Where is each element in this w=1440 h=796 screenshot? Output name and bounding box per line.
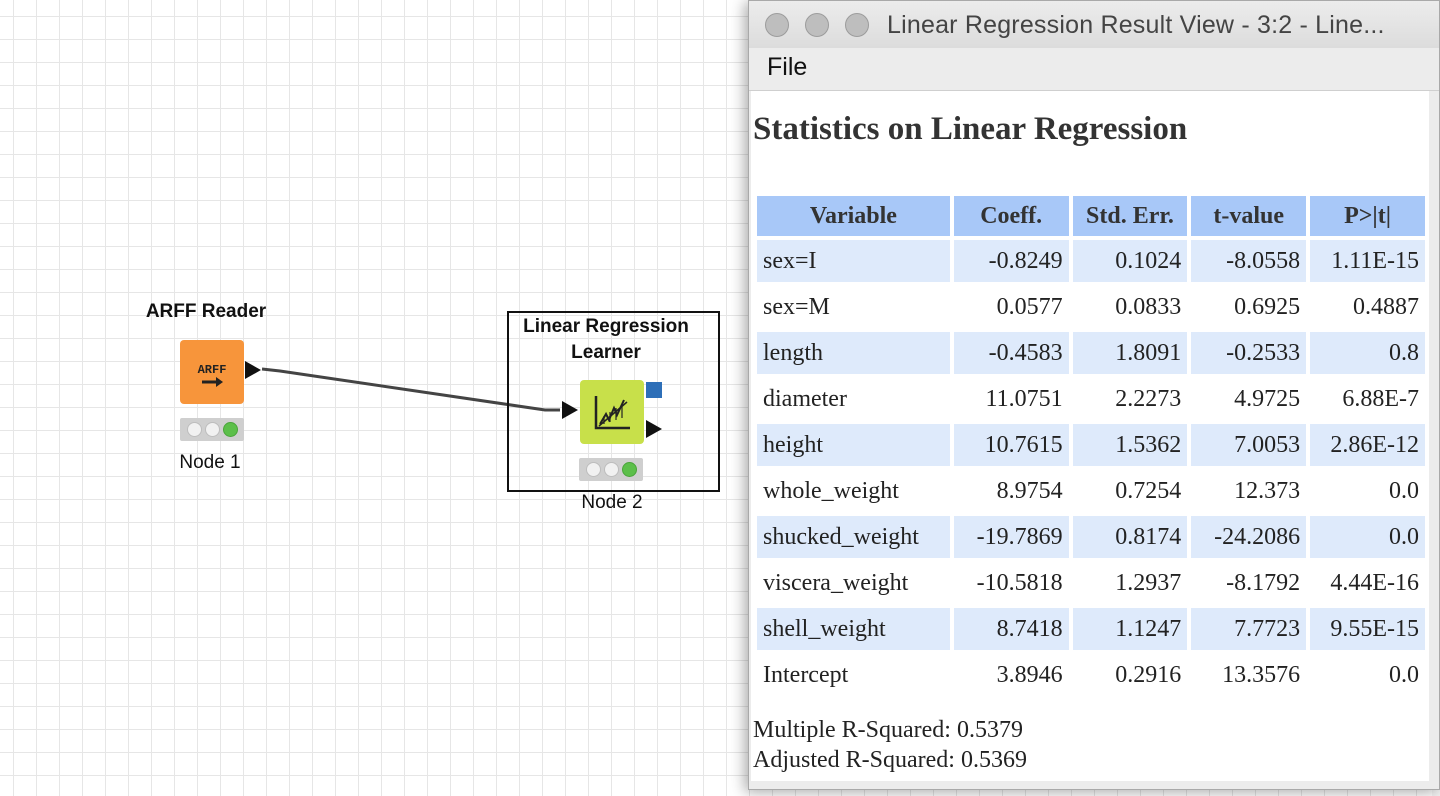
adjusted-r-squared: Adjusted R-Squared: 0.5369 (753, 747, 1027, 773)
value-cell: 0.8 (1310, 332, 1425, 374)
statistics-table: Variable Coeff. Std. Err. t-value P>|t| … (753, 192, 1429, 700)
column-header: t-value (1191, 196, 1307, 236)
variable-cell: diameter (763, 385, 847, 412)
node1-status-lights (180, 418, 244, 441)
value-cell: 0.6925 (1234, 293, 1301, 320)
value-cell: 0.0 (1310, 516, 1425, 558)
value-cell: 0.8174 (1072, 516, 1188, 558)
value-cell: 1.5362 (1072, 424, 1188, 466)
value-cell: 12.373 (1234, 477, 1301, 504)
variable-cell: whole_weight (763, 477, 899, 504)
value-cell: 2.2273 (1115, 385, 1182, 412)
arff-reader-icon[interactable]: ARFF (180, 340, 244, 404)
regression-chart-icon[interactable] (580, 380, 644, 444)
column-header: Coeff. (953, 196, 1069, 236)
variable-cell: sex=M (763, 293, 830, 320)
value-cell: 0.0 (1389, 477, 1419, 504)
variable-cell: shell_weight (757, 608, 950, 650)
value-cell: 0.0833 (1115, 293, 1182, 320)
value-cell: -19.7869 (953, 516, 1069, 558)
value-cell: 3.8946 (996, 661, 1063, 688)
variable-cell: length (757, 332, 950, 374)
value-cell: -8.0558 (1191, 240, 1307, 282)
close-window-button[interactable] (765, 13, 789, 37)
value-cell: 0.7254 (1115, 477, 1182, 504)
value-cell: -24.2086 (1191, 516, 1307, 558)
table-header-row: Variable Coeff. Std. Err. t-value P>|t| (757, 196, 1425, 236)
variable-cell: height (757, 424, 950, 466)
value-cell: 0.0577 (996, 293, 1063, 320)
column-header: Variable (757, 196, 950, 236)
node2-title: Linear Regression Learner (523, 316, 689, 363)
node2-label[interactable]: Node 2 (552, 492, 672, 514)
minimize-window-button[interactable] (805, 13, 829, 37)
value-cell: 7.0053 (1191, 424, 1307, 466)
result-view-window: Linear Regression Result View - 3:2 - Li… (748, 0, 1440, 790)
value-cell: 4.9725 (1234, 385, 1301, 412)
table-row: whole_weight 8.9754 0.7254 12.373 0.0 (757, 470, 1425, 512)
window-title: Linear Regression Result View - 3:2 - Li… (887, 11, 1385, 39)
window-titlebar[interactable]: Linear Regression Result View - 3:2 - Li… (749, 1, 1439, 49)
variable-cell: shucked_weight (757, 516, 950, 558)
table-row: shucked_weight -19.7869 0.8174 -24.2086 0.0 (757, 516, 1425, 558)
table-row: viscera_weight -10.5818 1.2937 -8.1792 4.44E… (757, 562, 1425, 604)
table-row: height 10.7615 1.5362 7.0053 2.86E-12 (757, 424, 1425, 466)
value-cell: 10.7615 (953, 424, 1069, 466)
menu-bar: File (749, 48, 1439, 91)
value-cell: -0.8249 (953, 240, 1069, 282)
file-menu[interactable]: File (767, 53, 807, 82)
table-row: length -0.4583 1.8091 -0.2533 0.8 (757, 332, 1425, 374)
svg-text:ARFF: ARFF (198, 363, 227, 377)
multiple-r-squared: Multiple R-Squared: 0.5379 (753, 717, 1023, 743)
value-cell: -0.4583 (953, 332, 1069, 374)
table-row: sex=M 0.0577 0.0833 0.6925 0.4887 (757, 286, 1425, 328)
table-row: sex=I -0.8249 0.1024 -8.0558 1.11E-15 (757, 240, 1425, 282)
value-cell: 1.11E-15 (1310, 240, 1425, 282)
table-row: shell_weight 8.7418 1.1247 7.7723 9.55E-15 (757, 608, 1425, 650)
node2-output-port[interactable] (646, 420, 662, 438)
value-cell: 1.8091 (1072, 332, 1188, 374)
value-cell: 0.2916 (1115, 661, 1182, 688)
node2-model-port[interactable] (646, 382, 662, 398)
value-cell: 0.1024 (1072, 240, 1188, 282)
value-cell: 13.3576 (1222, 661, 1301, 688)
value-cell: 1.2937 (1115, 569, 1182, 596)
zoom-window-button[interactable] (845, 13, 869, 37)
value-cell: 11.0751 (985, 385, 1063, 412)
value-cell: 4.44E-16 (1330, 569, 1419, 596)
value-cell: 2.86E-12 (1310, 424, 1425, 466)
value-cell: 9.55E-15 (1310, 608, 1425, 650)
value-cell: 8.7418 (953, 608, 1069, 650)
node2-input-port[interactable] (562, 401, 578, 419)
column-header: Std. Err. (1072, 196, 1188, 236)
value-cell: 1.1247 (1072, 608, 1188, 650)
report-heading: Statistics on Linear Regression (753, 111, 1188, 147)
node1-title: ARFF Reader (145, 301, 267, 322)
report-content: Statistics on Linear Regression Variable… (751, 91, 1429, 781)
variable-cell: sex=I (757, 240, 950, 282)
node2-status-lights (579, 458, 643, 481)
value-cell: -10.5818 (976, 569, 1063, 596)
value-cell: 8.9754 (996, 477, 1063, 504)
table-row: Intercept 3.8946 0.2916 13.3576 0.0 (757, 654, 1425, 696)
value-cell: 7.7723 (1191, 608, 1307, 650)
variable-cell: viscera_weight (763, 569, 909, 596)
value-cell: 0.4887 (1353, 293, 1419, 320)
table-row: diameter 11.0751 2.2273 4.9725 6.88E-7 (757, 378, 1425, 420)
value-cell: -0.2533 (1191, 332, 1307, 374)
value-cell: -8.1792 (1226, 569, 1301, 596)
column-header: P>|t| (1310, 196, 1425, 236)
value-cell: 6.88E-7 (1342, 385, 1419, 412)
variable-cell: Intercept (763, 661, 849, 688)
node1-label[interactable]: Node 1 (150, 452, 270, 474)
value-cell: 0.0 (1389, 661, 1419, 688)
node1-output-port[interactable] (245, 361, 261, 379)
